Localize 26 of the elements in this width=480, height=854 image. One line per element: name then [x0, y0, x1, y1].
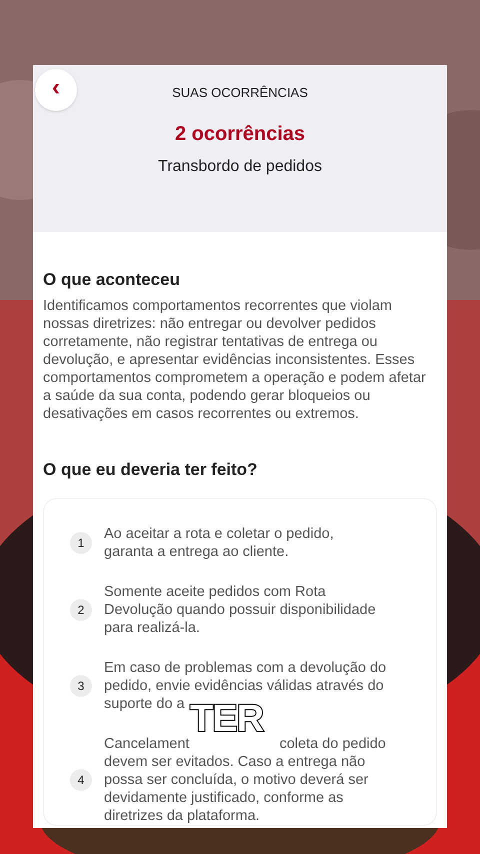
- section-body: Identificamos comportamentos recorrentes que violam nossas diretrizes: não entregar ou devolver pedidos corretamente, não registrar tentativas de entrega ou devolução, e apresentar evidências inconsistentes. Esses comportamentos comprometem a operação e podem afetar a saúde da sua conta, podendo gerar bloqueios ou desativações em casos recorrentes ou extremos.: [43, 296, 427, 422]
- step-number: 1: [70, 532, 92, 554]
- step-text: devem ser evitados. Caso a entrega não: [104, 753, 366, 771]
- step-number: 2: [70, 599, 92, 621]
- occurrence-count: 2 ocorrências: [174, 122, 306, 146]
- step-text: Devolução quando possuir disponibilidade: [104, 601, 376, 619]
- step-text: Em caso de problemas com a devolução do: [104, 659, 386, 677]
- back-button[interactable]: ‹: [35, 69, 77, 111]
- step-text: garanta a entrega ao cliente.: [104, 543, 289, 561]
- occurrence-type: Transbordo de pedidos: [158, 156, 322, 176]
- step-number: 3: [70, 675, 92, 697]
- section-heading: O que eu deveria ter feito?: [43, 458, 258, 480]
- step-number: 4: [70, 769, 92, 791]
- step-text: Somente aceite pedidos com Rota: [104, 583, 326, 601]
- step-text: Ao aceitar a rota e coletar o pedido,: [104, 525, 334, 543]
- step-text: diretrizes da plataforma.: [104, 807, 260, 825]
- step-text: pedido, envie evidências válidas através do: [104, 677, 384, 695]
- step-text: suporte do a: [104, 695, 185, 713]
- page-title: SUAS OCORRÊNCIAS: [172, 84, 308, 102]
- step-text: Cancelament: [104, 735, 190, 753]
- video-caption: TER: [190, 700, 264, 738]
- step-text: possa ser concluída, o motivo deverá ser: [104, 771, 368, 789]
- section-heading: O que aconteceu: [43, 269, 181, 291]
- step-text: para realizá-la.: [104, 619, 200, 637]
- step-text: devidamente justificado, conforme as: [104, 789, 344, 807]
- step-text: coleta do pedido: [279, 735, 386, 753]
